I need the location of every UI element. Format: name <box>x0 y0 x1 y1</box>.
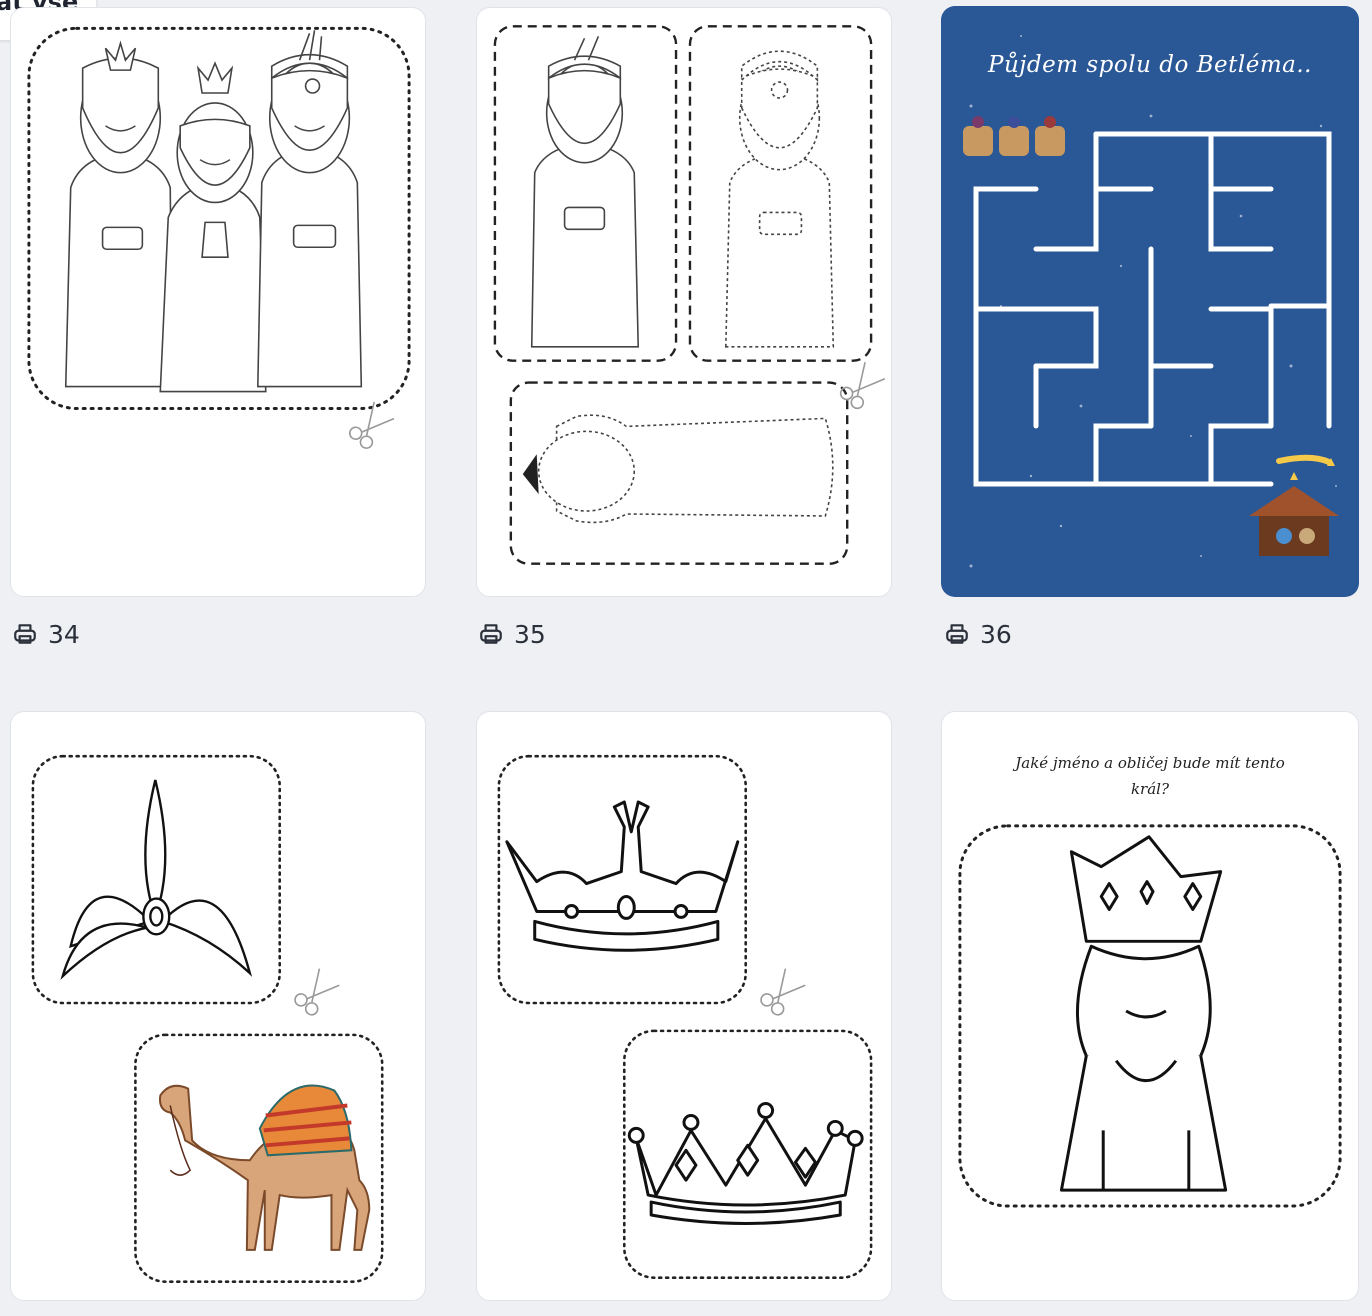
printer-icon <box>946 624 968 644</box>
worksheet-card-three-kings[interactable] <box>10 7 426 597</box>
scissors-icon <box>294 968 340 1016</box>
printer-icon <box>14 624 36 644</box>
worksheet-question: Jaké jméno a obličej bude mít tento král… <box>1015 754 1285 798</box>
print-count-label: 34 <box>48 619 80 649</box>
print-count-34[interactable]: 34 <box>12 616 80 652</box>
maze-title: Půjdem spolu do Betléma.. <box>988 52 1312 78</box>
crowns-illustration <box>497 754 873 1279</box>
maze-illustration <box>963 35 1339 568</box>
print-count-label: 35 <box>514 619 546 649</box>
worksheet-card-cutout-kings[interactable] <box>476 7 892 597</box>
camel-illustration <box>159 1084 371 1251</box>
print-count-label: 36 <box>980 619 1012 649</box>
print-count-36[interactable]: 36 <box>944 616 1012 652</box>
turban-camel-illustration <box>31 754 384 1283</box>
worksheet-card-turban-camel[interactable] <box>10 711 426 1301</box>
wise-men-camels <box>963 116 1065 156</box>
scissors-icon <box>839 361 886 410</box>
worksheet-card-maze[interactable]: Půjdem spolu do Betléma.. <box>941 6 1359 597</box>
worksheet-card-design-king[interactable]: Jaké jméno a obličej bude mít tento král… <box>941 711 1359 1301</box>
printer-icon <box>480 624 502 644</box>
worksheet-card-crowns[interactable] <box>476 711 892 1301</box>
print-count-35[interactable]: 35 <box>478 616 546 652</box>
scissors-icon <box>760 968 806 1016</box>
three-kings-illustration <box>27 26 411 449</box>
cutout-kings-illustration <box>493 25 886 565</box>
